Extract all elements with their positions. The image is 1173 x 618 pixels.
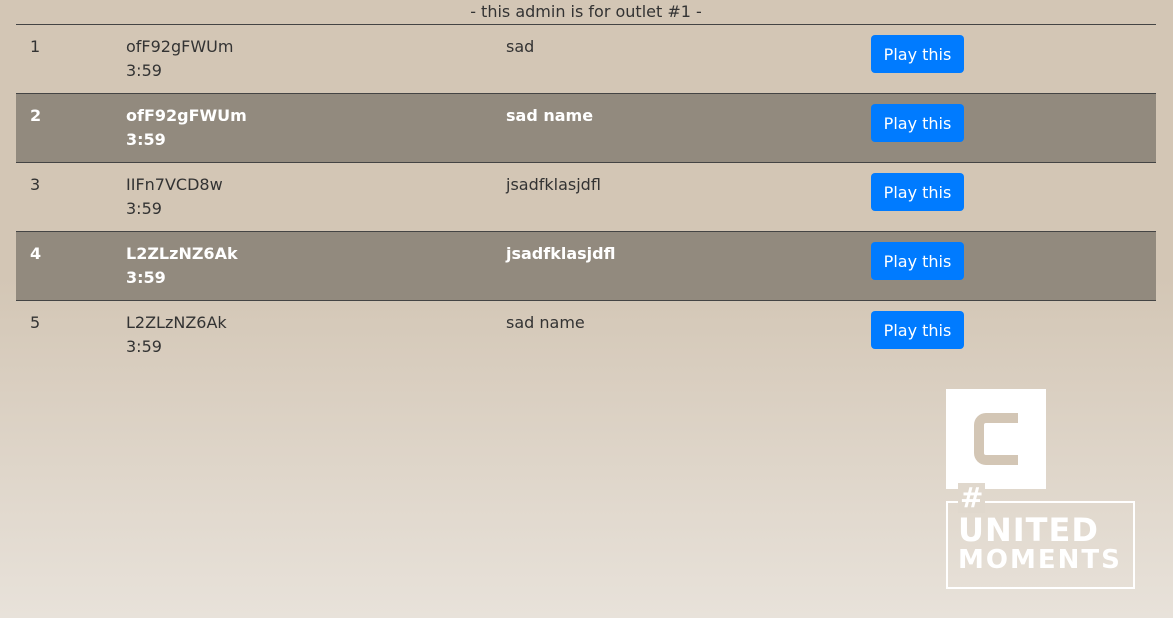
track-duration: 3:59 [126, 199, 162, 218]
track-id: L2ZLzNZ6Ak [126, 313, 227, 332]
logo-text-moments: MOMENTS [958, 545, 1122, 575]
track-duration: 3:59 [126, 61, 162, 80]
united-moments-logo: # UNITED MOMENTS [946, 483, 1135, 589]
row-number: 1 [30, 37, 41, 56]
playlist-table: 1 ofF92gFWUm 3:59 sad Play this 2 ofF92g… [16, 25, 1156, 370]
track-id: ofF92gFWUm [126, 37, 234, 56]
table-row: 5 L2ZLzNZ6Ak 3:59 sad name Play this [16, 301, 1156, 370]
outlet-header: - this admin is for outlet #1 - [16, 0, 1156, 25]
track-duration: 3:59 [126, 337, 162, 356]
track-id-cell: L2ZLzNZ6Ak 3:59 [126, 242, 238, 290]
play-this-button[interactable]: Play this [871, 104, 964, 142]
row-number: 3 [30, 175, 41, 194]
table-row: 3 IIFn7VCD8w 3:59 jsadfklasjdfl Play thi… [16, 163, 1156, 232]
track-id-cell: ofF92gFWUm 3:59 [126, 35, 233, 83]
row-number: 4 [30, 244, 42, 263]
track-name: jsadfklasjdfl [506, 244, 616, 263]
track-id: ofF92gFWUm [126, 106, 247, 125]
play-this-button[interactable]: Play this [871, 35, 964, 73]
track-name: sad [506, 37, 535, 56]
row-number: 5 [30, 313, 41, 332]
track-id-cell: ofF92gFWUm 3:59 [126, 104, 247, 152]
logo-text-united: UNITED [958, 511, 1099, 549]
track-id: L2ZLzNZ6Ak [126, 244, 238, 263]
table-row: 4 L2ZLzNZ6Ak 3:59 jsadfklasjdfl Play thi… [16, 232, 1156, 301]
play-this-button[interactable]: Play this [871, 311, 964, 349]
logo-c-shape [974, 413, 1018, 465]
table-row: 1 ofF92gFWUm 3:59 sad Play this [16, 25, 1156, 94]
track-name: jsadfklasjdfl [506, 175, 601, 194]
row-number: 2 [30, 106, 42, 125]
play-this-button[interactable]: Play this [871, 173, 964, 211]
table-row: 2 ofF92gFWUm 3:59 sad name Play this [16, 94, 1156, 163]
logo-hash: # [958, 481, 986, 514]
track-id-cell: IIFn7VCD8w 3:59 [126, 173, 223, 221]
logo-c-icon [946, 389, 1046, 489]
track-name: sad name [506, 313, 585, 332]
track-id: IIFn7VCD8w [126, 175, 223, 194]
track-duration: 3:59 [126, 130, 166, 149]
play-this-button[interactable]: Play this [871, 242, 964, 280]
track-name: sad name [506, 106, 594, 125]
track-duration: 3:59 [126, 268, 166, 287]
track-id-cell: L2ZLzNZ6Ak 3:59 [126, 311, 227, 359]
